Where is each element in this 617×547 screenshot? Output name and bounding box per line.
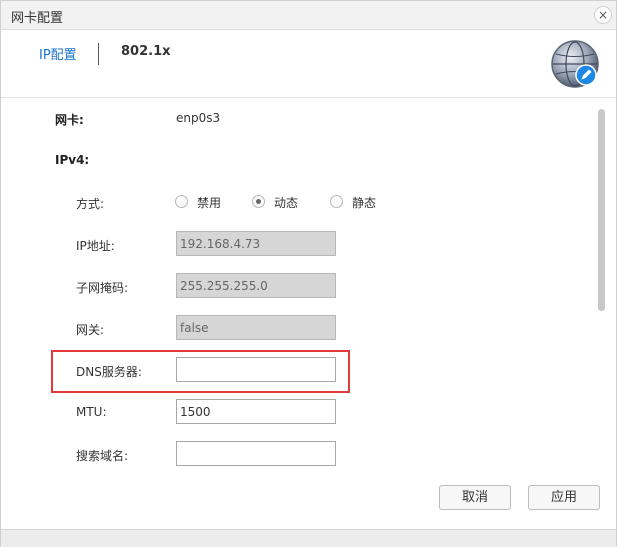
search-domain-field[interactable]: [176, 441, 336, 466]
ipv4-heading: IPv4:: [55, 153, 90, 167]
radio-circle: [330, 195, 343, 208]
scrollbar-thumb[interactable]: [598, 109, 605, 311]
cancel-button[interactable]: 取消: [439, 485, 511, 510]
nic-value: enp0s3: [176, 111, 221, 125]
method-label: 方式:: [76, 197, 105, 211]
tab-ip-config[interactable]: IP配置: [39, 44, 77, 63]
form-area: 网卡: enp0s3 IPv4: 方式: 禁用 动态 静态 IP地址: 子网掩码…: [1, 99, 600, 529]
close-icon: ×: [597, 8, 609, 22]
radio-label: 禁用: [197, 196, 222, 210]
search-domain-label: 搜索域名:: [76, 449, 129, 463]
ip-label: IP地址:: [76, 239, 115, 253]
dialog-title: 网卡配置: [11, 11, 64, 26]
radio-label: 动态: [274, 196, 299, 210]
mask-label: 子网掩码:: [76, 281, 129, 295]
ip-address-field[interactable]: [176, 231, 336, 256]
radio-circle: [175, 195, 188, 208]
nic-config-dialog: 网卡配置 × IP配置 802.1x 网卡: enp0s3 IPv4: 方式: …: [0, 0, 617, 547]
globe-edit-icon: [551, 40, 599, 88]
tab-bar: IP配置 802.1x: [1, 31, 616, 98]
tab-8021x[interactable]: 802.1x: [121, 44, 171, 59]
mtu-field[interactable]: [176, 399, 336, 424]
tab-divider: [98, 43, 99, 65]
title-bar: 网卡配置 ×: [1, 1, 616, 30]
radio-label: 静态: [352, 196, 377, 210]
bottom-strip: [1, 529, 616, 547]
radio-circle-checked: [252, 195, 265, 208]
dns-server-field[interactable]: [176, 357, 336, 382]
gateway-field[interactable]: [176, 315, 336, 340]
close-button[interactable]: ×: [594, 6, 612, 24]
subnet-mask-field[interactable]: [176, 273, 336, 298]
apply-button[interactable]: 应用: [528, 485, 600, 510]
gateway-label: 网关:: [76, 323, 105, 337]
vertical-scrollbar[interactable]: [598, 99, 608, 529]
dns-label: DNS服务器:: [76, 365, 142, 379]
mtu-label: MTU:: [76, 405, 107, 419]
nic-label: 网卡:: [55, 113, 84, 127]
